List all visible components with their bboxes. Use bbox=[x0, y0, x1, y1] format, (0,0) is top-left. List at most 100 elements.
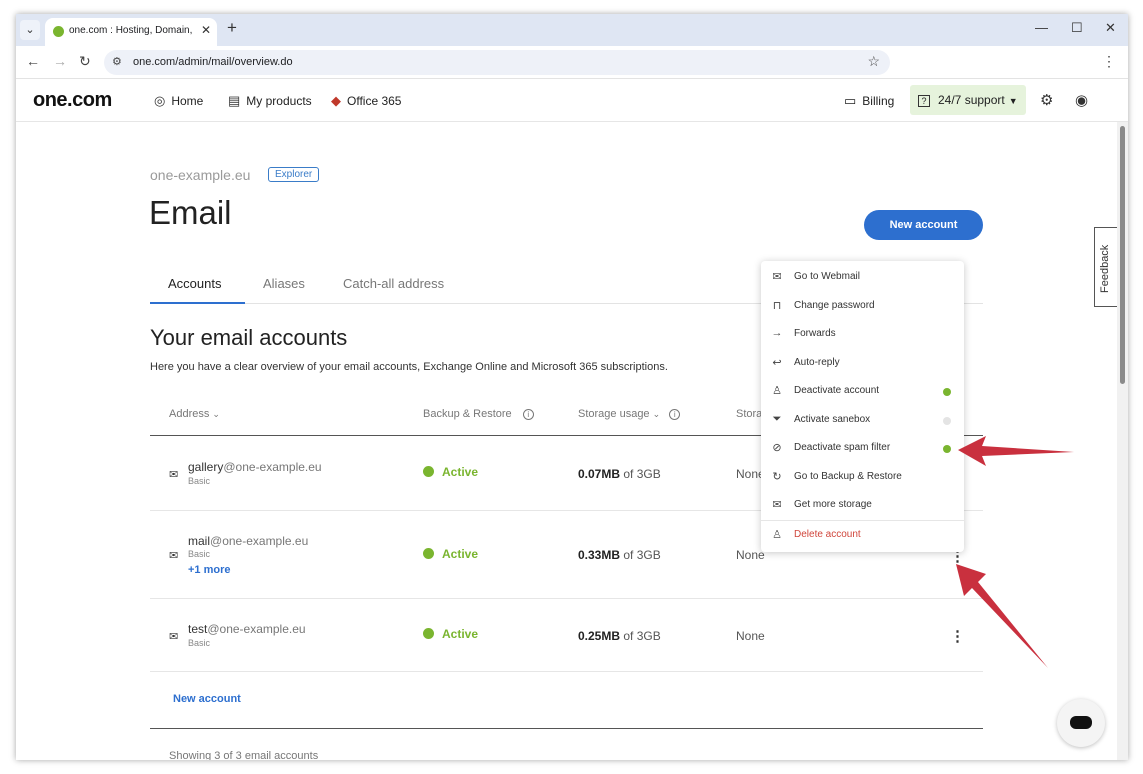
browser-tab[interactable]: one.com : Hosting, Domain, Email ✕ bbox=[45, 18, 217, 46]
annotation-arrow-row-options bbox=[956, 564, 1048, 668]
column-storage: Stora bbox=[736, 408, 763, 420]
menu-item-label: Go to Webmail bbox=[794, 271, 860, 282]
menu-item-label: Deactivate spam filter bbox=[794, 442, 891, 453]
url-input[interactable]: ⚙ one.com/admin/mail/overview.do ☆ bbox=[104, 50, 890, 75]
menu-item-label: Activate sanebox bbox=[794, 414, 871, 425]
column-address[interactable]: Address ⌄ bbox=[169, 408, 220, 420]
billing-label: Billing bbox=[862, 94, 895, 108]
storage-used: 0.07MB bbox=[578, 467, 621, 481]
status-label: Active bbox=[442, 465, 479, 479]
row-divider bbox=[150, 671, 983, 672]
info-icon[interactable]: i bbox=[522, 409, 534, 420]
active-dot-icon bbox=[423, 548, 434, 559]
email-domain-part: @one-example.eu bbox=[210, 534, 309, 548]
mail-icon: ✉ bbox=[772, 499, 782, 511]
sort-chevron-icon: ⌄ bbox=[212, 409, 220, 419]
page-title: Email bbox=[149, 194, 232, 231]
menu-item-delete-account[interactable]: ♙ Delete account bbox=[761, 521, 964, 549]
new-account-link[interactable]: New account bbox=[173, 693, 241, 705]
nav-my-products[interactable]: ▤ My products bbox=[228, 93, 312, 109]
menu-item-label: Get more storage bbox=[794, 499, 872, 510]
column-storage-usage[interactable]: Storage usage ⌄ i bbox=[578, 408, 681, 420]
status-badge: Active bbox=[423, 547, 478, 561]
billing-link[interactable]: ▭ Billing bbox=[844, 93, 894, 109]
new-tab-button[interactable]: + bbox=[227, 18, 237, 38]
back-button[interactable]: ← bbox=[26, 53, 40, 69]
mailbox-plan: Basic bbox=[188, 638, 211, 648]
menu-item-forwards[interactable]: → Forwards bbox=[761, 320, 964, 348]
storage-usage: 0.07MB of 3GB bbox=[578, 467, 661, 481]
toggle-on-indicator[interactable] bbox=[943, 388, 951, 396]
restore-icon: ↻ bbox=[772, 471, 782, 483]
table-footer-divider bbox=[150, 728, 983, 729]
scrollbar-thumb[interactable] bbox=[1120, 126, 1125, 384]
support-button[interactable]: ? 24/7 support ▼ bbox=[910, 85, 1026, 115]
domain-name: one-example.eu bbox=[150, 167, 251, 183]
info-icon[interactable]: i bbox=[669, 409, 681, 420]
section-title: Your email accounts bbox=[150, 325, 348, 350]
tab-accounts[interactable]: Accounts bbox=[150, 276, 245, 304]
forward-button[interactable]: → bbox=[53, 53, 67, 69]
tab-aliases[interactable]: Aliases bbox=[263, 276, 305, 304]
site-logo[interactable]: one.com bbox=[33, 89, 112, 112]
credit-card-icon: ▭ bbox=[844, 93, 857, 108]
feedback-tab[interactable]: Feedback bbox=[1094, 227, 1117, 307]
menu-item-auto-reply[interactable]: ↩ Auto-reply bbox=[761, 349, 964, 377]
email-address: test@one-example.eu bbox=[188, 622, 306, 636]
menu-item-label: Deactivate account bbox=[794, 385, 880, 396]
sort-chevron-icon: ⌄ bbox=[652, 409, 661, 419]
menu-item-deactivate-account[interactable]: ♙ Deactivate account bbox=[761, 377, 964, 405]
page-scrollbar[interactable] bbox=[1117, 122, 1128, 760]
mailbox-plan: Basic bbox=[188, 549, 211, 559]
status-label: Active bbox=[442, 547, 479, 561]
menu-item-label: Go to Backup & Restore bbox=[794, 471, 902, 482]
status-badge: Active bbox=[423, 465, 478, 479]
settings-gear-icon[interactable]: ⚙ bbox=[1040, 91, 1053, 109]
browser-menu-icon[interactable]: ⋮ bbox=[1102, 53, 1116, 70]
storage-usage: 0.33MB of 3GB bbox=[578, 548, 661, 562]
account-options-menu: ✉ Go to Webmail ⊓ Change password → Forw… bbox=[761, 261, 964, 552]
globe-icon: ◎ bbox=[154, 93, 166, 108]
menu-item-activate-sanebox[interactable]: ⏷ Activate sanebox bbox=[761, 406, 964, 434]
site-info-icon[interactable]: ⚙ bbox=[112, 55, 122, 68]
row-options-icon[interactable]: ⋮ bbox=[950, 627, 965, 645]
bookmark-star-icon[interactable]: ☆ bbox=[867, 53, 880, 70]
menu-item-label: Auto-reply bbox=[794, 357, 840, 368]
menu-item-deactivate-spam-filter[interactable]: ⊘ Deactivate spam filter bbox=[761, 434, 964, 462]
menu-item-backup-restore[interactable]: ↻ Go to Backup & Restore bbox=[761, 463, 964, 491]
storage-used: 0.33MB bbox=[578, 548, 621, 562]
storage-addon: None bbox=[736, 548, 765, 562]
browser-window: ⌄ one.com : Hosting, Domain, Email ✕ + —… bbox=[16, 14, 1128, 760]
new-account-button[interactable]: New account bbox=[864, 210, 983, 240]
plan-badge: Explorer bbox=[268, 167, 320, 182]
block-icon: ⊘ bbox=[772, 442, 782, 454]
reload-button[interactable]: ↻ bbox=[79, 53, 91, 70]
filter-icon: ⏷ bbox=[772, 413, 782, 425]
status-badge: Active bbox=[423, 627, 478, 641]
tab-strip: ⌄ one.com : Hosting, Domain, Email ✕ + —… bbox=[16, 14, 1128, 46]
column-backup: Backup & Restore i bbox=[423, 408, 534, 420]
menu-item-go-to-webmail[interactable]: ✉ Go to Webmail bbox=[761, 263, 964, 291]
toggle-off-indicator[interactable] bbox=[943, 417, 951, 425]
more-aliases-link[interactable]: +1 more bbox=[188, 564, 231, 576]
close-window-button[interactable]: ✕ bbox=[1105, 20, 1116, 36]
email-address: mail@one-example.eu bbox=[188, 534, 308, 548]
storage-used: 0.25MB bbox=[578, 629, 621, 643]
menu-item-label: Delete account bbox=[794, 529, 861, 540]
nav-home[interactable]: ◎ Home bbox=[154, 93, 203, 109]
toggle-on-indicator[interactable] bbox=[943, 445, 951, 453]
email-local-part: gallery bbox=[188, 460, 224, 474]
maximize-button[interactable]: ☐ bbox=[1071, 20, 1083, 36]
account-avatar-icon[interactable]: ◉ bbox=[1075, 91, 1088, 109]
close-tab-icon[interactable]: ✕ bbox=[201, 23, 211, 37]
mailbox-plan: Basic bbox=[188, 476, 211, 486]
menu-item-get-more-storage[interactable]: ✉ Get more storage bbox=[761, 491, 964, 519]
nav-office-365[interactable]: ◆ Office 365 bbox=[331, 93, 401, 109]
email-domain-part: @one-example.eu bbox=[207, 622, 306, 636]
person-icon: ♙ bbox=[772, 385, 782, 397]
chat-widget-button[interactable] bbox=[1057, 699, 1105, 747]
tab-search-button[interactable]: ⌄ bbox=[20, 20, 40, 40]
menu-item-change-password[interactable]: ⊓ Change password bbox=[761, 292, 964, 320]
tab-catch-all[interactable]: Catch-all address bbox=[343, 276, 444, 304]
minimize-button[interactable]: — bbox=[1035, 20, 1048, 35]
